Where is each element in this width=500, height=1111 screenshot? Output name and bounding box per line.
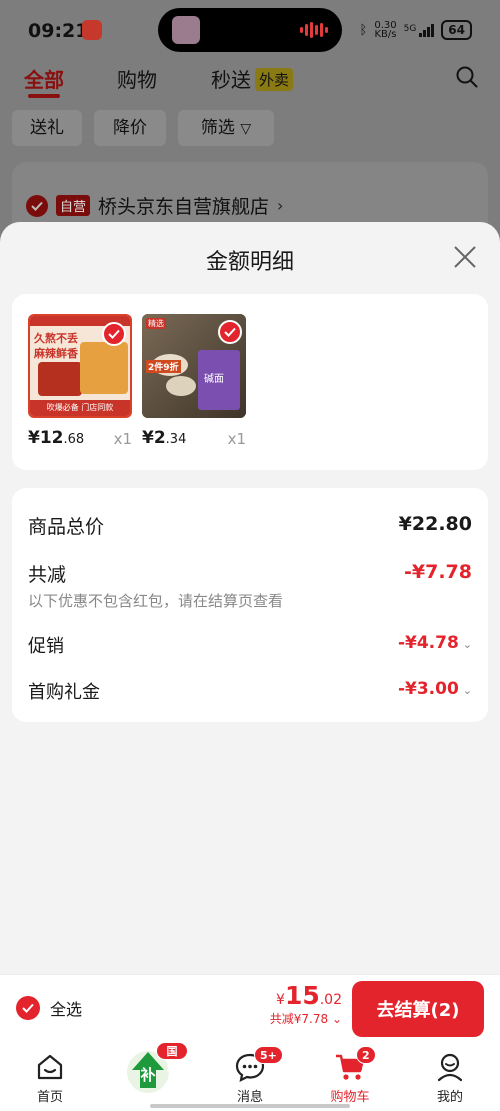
select-all[interactable]: 全选	[16, 996, 82, 1020]
nav-subsidy[interactable]: 补 国补	[108, 1042, 188, 1098]
saved-amount[interactable]: 共减¥7.78 ⌄	[270, 1010, 342, 1027]
gift-row[interactable]: -¥3.00 ⌄	[398, 679, 472, 699]
chip-price-drop[interactable]: 降价	[94, 110, 166, 146]
top-tabs: 全部 购物 秒送 外卖	[0, 62, 500, 102]
product-price-row: ¥12.68 x1	[28, 428, 132, 450]
total-price-value: ¥22.80	[398, 513, 472, 535]
product-image-pack: 碱面	[198, 350, 240, 410]
chevron-right-icon: ›	[277, 196, 284, 215]
messages-badge: 5+	[254, 1046, 283, 1064]
app-notification-icon	[82, 20, 102, 40]
product-image: 久熬不丢 麻辣鲜香 吹爆必备 门店同款	[28, 314, 132, 418]
product-item[interactable]: 久熬不丢 麻辣鲜香 吹爆必备 门店同款 ¥12.68 x1	[28, 314, 132, 450]
chevron-down-icon: ⌄	[462, 638, 472, 651]
product-item[interactable]: 精选 2件9折 碱面 ¥2.34 x1	[142, 314, 246, 450]
signal-icon: 5G	[404, 23, 435, 37]
tab-all[interactable]: 全部	[24, 64, 64, 93]
total-reduce-value: -¥7.78	[404, 561, 472, 583]
product-check-icon[interactable]	[218, 320, 242, 344]
checkout-button[interactable]: 去结算(2)	[352, 981, 484, 1037]
sheet-title: 金额明细	[205, 250, 294, 275]
system-icons: ᛒ 0.30 KB/s 5G 64	[360, 20, 472, 40]
tab-shopping[interactable]: 购物	[117, 64, 157, 93]
product-image-promo: 2件9折	[146, 360, 181, 373]
home-icon	[37, 1054, 63, 1080]
active-tab-indicator	[28, 94, 60, 98]
promo-value: -¥4.78	[397, 633, 459, 653]
product-quantity: x1	[113, 430, 132, 448]
chip-gift[interactable]: 送礼	[12, 110, 82, 146]
checkout-total: ¥15.02 共减¥7.78 ⌄	[270, 981, 342, 1027]
total-reduce-label: 共减	[28, 564, 67, 586]
product-image-text: 麻辣鲜香	[34, 347, 78, 360]
store-name: 桥头京东自营旗舰店	[98, 196, 270, 218]
svg-text:补: 补	[139, 1066, 155, 1084]
store-check-icon[interactable]	[26, 194, 48, 217]
nav-cart-label: 购物车	[330, 1090, 370, 1105]
nav-home-label: 首页	[36, 1090, 63, 1105]
nav-profile[interactable]: 我的	[410, 1048, 490, 1105]
discount-note: 以下优惠不包含红包，请在结算页查看	[28, 592, 284, 610]
filter-chips: 送礼 降价 筛选 ▽	[0, 110, 500, 146]
checkout-bar: 全选 ¥15.02 共减¥7.78 ⌄ 去结算(2)	[0, 974, 500, 1042]
profile-icon	[437, 1053, 463, 1082]
status-bar: 09:21 ᛒ 0.30 KB/s 5G 64	[0, 0, 500, 62]
price-summary: 商品总价 ¥22.80 共减 -¥7.78 以下优惠不包含红包，请在结算页查看 …	[12, 488, 488, 722]
home-indicator[interactable]	[150, 1104, 350, 1108]
product-price: ¥12.68	[28, 428, 85, 448]
total-decimal: .02	[319, 992, 342, 1008]
chevron-down-icon: ⌄	[331, 1012, 342, 1026]
nav-messages-label: 消息	[236, 1090, 263, 1105]
store-header[interactable]: 自营 桥头京东自营旗舰店 ›	[26, 192, 283, 219]
product-price: ¥2.34	[142, 428, 187, 448]
bluetooth-icon: ᛒ	[359, 22, 368, 38]
subsidy-badge: 国补	[156, 1042, 188, 1076]
status-time: 09:21	[28, 20, 89, 42]
network-speed: 0.30 KB/s	[374, 20, 397, 40]
product-list: 久熬不丢 麻辣鲜香 吹爆必备 门店同款 ¥12.68 x1 精选 2件9折 碱面…	[12, 294, 488, 470]
amount-detail-sheet: 金额明细 久熬不丢 麻辣鲜香 吹爆必备 门店同款 ¥12.68 x1 精选 2件…	[0, 222, 500, 974]
dynamic-island[interactable]	[158, 8, 342, 52]
nav-profile-label: 我的	[436, 1090, 463, 1105]
nav-messages[interactable]: 5+ 消息	[210, 1046, 290, 1105]
nav-cart[interactable]: 2 购物车	[310, 1046, 390, 1105]
audio-wave-icon	[300, 22, 328, 38]
select-all-label: 全选	[50, 1000, 83, 1019]
self-operated-tag: 自营	[56, 195, 91, 216]
total-integer: 15	[284, 981, 320, 1010]
select-all-check-icon[interactable]	[16, 996, 40, 1020]
cart-badge: 2	[356, 1046, 376, 1064]
promo-row[interactable]: -¥4.78 ⌄	[398, 633, 472, 653]
product-image-footer: 吹爆必备 门店同款	[30, 400, 130, 416]
product-image-tag: 精选	[146, 318, 166, 329]
media-thumbnail	[172, 16, 200, 44]
chevron-down-icon: ⌄	[462, 684, 472, 697]
bottom-nav: 首页 补 国补 5+ 消息 2 购物车 我的	[0, 1042, 500, 1111]
battery-icon: 64	[441, 20, 472, 40]
tab-delivery[interactable]: 秒送 外卖	[211, 64, 294, 93]
chip-filter[interactable]: 筛选 ▽	[178, 110, 274, 146]
total-price-label: 商品总价	[28, 516, 105, 538]
search-icon[interactable]	[456, 66, 478, 88]
first-purchase-gift-label: 首购礼金	[28, 682, 100, 703]
currency-symbol: ¥	[276, 992, 285, 1008]
nav-home[interactable]: 首页	[10, 1048, 90, 1105]
product-quantity: x1	[227, 430, 246, 448]
chip-filter-label: 筛选	[200, 118, 235, 138]
funnel-icon: ▽	[240, 121, 252, 137]
product-image: 精选 2件9折 碱面	[142, 314, 246, 418]
product-image-text: 久熬不丢	[34, 332, 78, 345]
product-price-row: ¥2.34 x1	[142, 428, 246, 450]
close-icon[interactable]	[452, 244, 478, 270]
promo-label: 促销	[28, 636, 64, 657]
takeout-badge: 外卖	[255, 68, 294, 91]
tab-delivery-label: 秒送	[211, 68, 251, 92]
product-check-icon[interactable]	[102, 322, 126, 346]
first-purchase-gift-value: -¥3.00	[397, 679, 459, 699]
